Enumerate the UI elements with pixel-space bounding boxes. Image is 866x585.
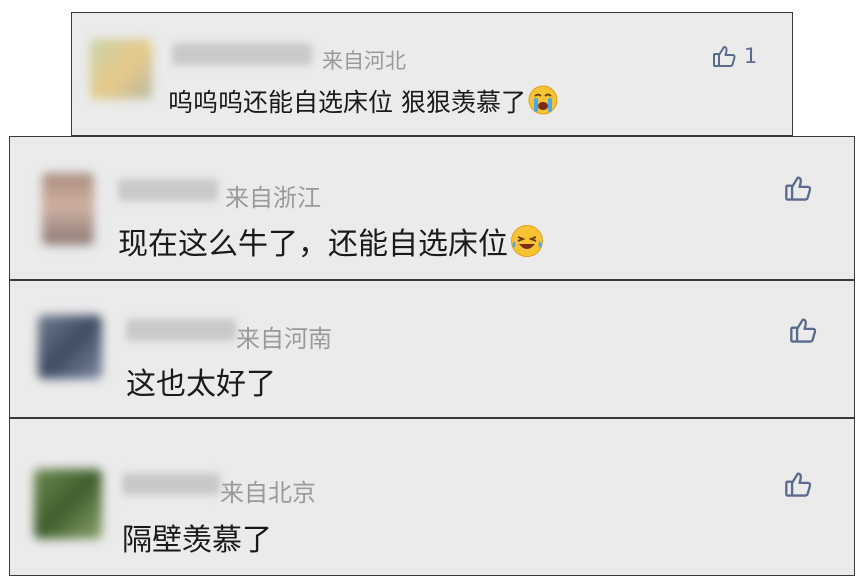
username-blurred[interactable] [172, 43, 312, 65]
region-label: 来自浙江 [225, 184, 321, 212]
like-count: 1 [744, 44, 758, 68]
comment-text: 这也太好了 [126, 367, 276, 402]
comment-text: 呜呜呜还能自选床位 狠狠羡慕了 [168, 83, 558, 121]
region-label: 来自北京 [220, 479, 316, 507]
comment-text: 隔壁羡慕了 [122, 523, 272, 558]
like-button[interactable] [789, 315, 819, 345]
region-label: 来自河南 [236, 325, 332, 353]
avatar[interactable] [34, 469, 102, 539]
thumbs-up-icon [785, 176, 812, 201]
username-blurred[interactable] [118, 179, 218, 201]
comment-card: 来自浙江 现在这么牛了，还能自选床位 [9, 136, 855, 280]
comment-card: 来自北京 隔壁羡慕了 [9, 418, 855, 576]
tears-of-joy-face-icon [510, 224, 544, 266]
loudly-crying-face-icon [528, 85, 558, 121]
thumbs-up-icon [790, 318, 817, 343]
comment-card: 来自河南 这也太好了 [9, 280, 855, 418]
thumbs-up-icon [785, 472, 812, 497]
like-button[interactable]: 1 [712, 43, 757, 69]
like-button[interactable] [784, 173, 814, 203]
comment-text: 现在这么牛了，还能自选床位 [118, 219, 544, 266]
username-blurred[interactable] [126, 319, 236, 341]
avatar[interactable] [38, 315, 102, 379]
comment-card: 来自河北 呜呜呜还能自选床位 狠狠羡慕了 1 [71, 12, 793, 136]
like-button[interactable] [784, 469, 814, 499]
avatar[interactable] [42, 173, 94, 245]
region-label: 来自河北 [322, 49, 406, 73]
username-blurred[interactable] [122, 473, 220, 495]
thumbs-up-icon [713, 46, 736, 67]
avatar[interactable] [90, 39, 152, 99]
